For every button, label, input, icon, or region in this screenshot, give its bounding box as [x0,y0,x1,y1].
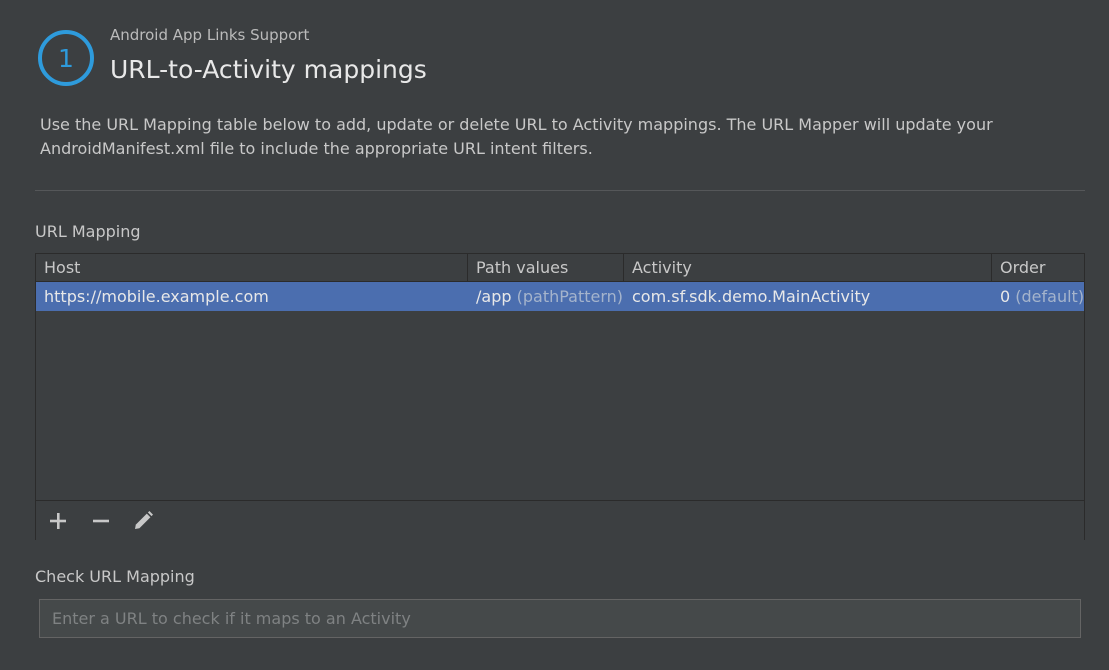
pencil-icon [135,511,153,529]
column-header-host[interactable]: Host [36,254,468,282]
plus-icon [50,513,66,529]
table-toolbar [36,500,1084,540]
url-mapping-table: Host Path values Activity Order https://… [35,253,1085,540]
table-header: Host Path values Activity Order [36,254,1084,282]
cell-host: https://mobile.example.com [44,287,269,306]
column-header-activity[interactable]: Activity [624,254,992,282]
cell-path-values: /app (pathPattern) [468,282,624,311]
path-type: (pathPattern) [516,287,624,306]
edit-mapping-button[interactable] [130,509,156,533]
remove-mapping-button[interactable] [88,509,114,533]
step-number: 1 [58,43,74,73]
cell-order: 0 (default) [992,282,1086,311]
check-url-input[interactable] [39,599,1081,638]
cell-activity: com.sf.sdk.demo.MainActivity [632,287,871,306]
order-note: (default) [1015,287,1085,306]
step-number-icon: 1 [38,30,94,86]
divider [35,190,1085,191]
order-value: 0 [1000,287,1011,306]
column-header-path-values[interactable]: Path values [468,254,624,282]
add-mapping-button[interactable] [45,509,71,533]
page-title: URL-to-Activity mappings [110,55,427,84]
minus-icon [93,519,109,523]
check-url-mapping-label: Check URL Mapping [35,567,195,586]
page-subtitle: Android App Links Support [110,26,310,44]
page-description: Use the URL Mapping table below to add, … [40,115,993,158]
table-row[interactable]: https://mobile.example.com /app (pathPat… [36,282,1084,311]
path-value: /app [476,287,512,306]
url-mapping-label: URL Mapping [35,222,141,241]
column-header-order[interactable]: Order [992,254,1086,282]
